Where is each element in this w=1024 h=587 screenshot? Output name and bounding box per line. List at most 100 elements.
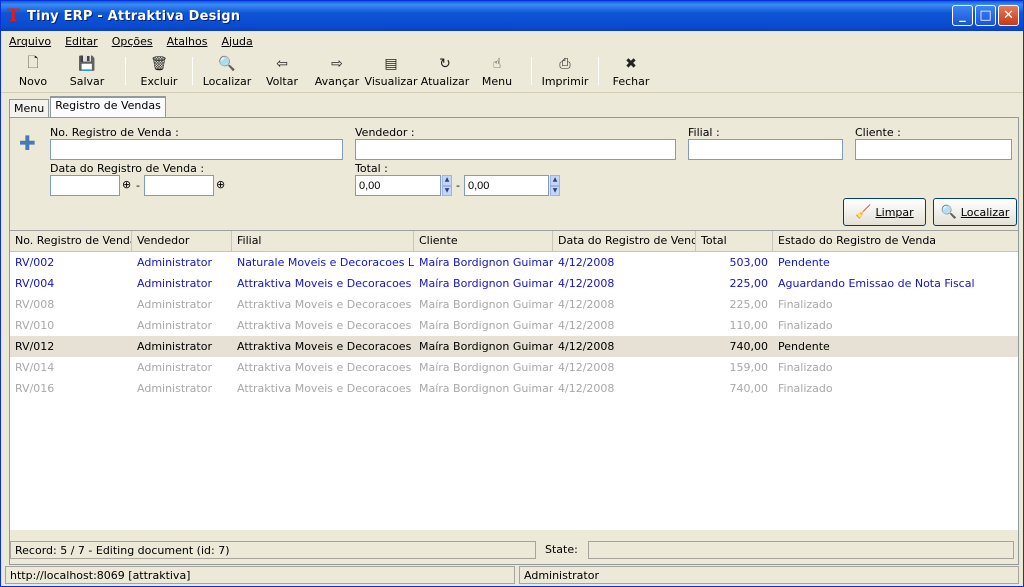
spin-down-icon[interactable]: ▼ [550,185,560,196]
no-registro-input[interactable] [50,139,343,160]
cliente-label: Cliente : [855,126,901,139]
broom-icon: 🧹 [855,204,872,220]
limpar-button[interactable]: 🧹 Limpar [843,198,926,226]
results-table: No. Registro de Venda Vendedor Filial Cl… [10,230,1018,530]
toolbar-menu-label: Menu [481,75,513,88]
toolbar-new-label: Novo [18,75,48,88]
cell-data: 4/12/2008 [558,256,615,269]
column-header-data[interactable]: Data do Registro de Venda [553,231,696,251]
vendedor-input[interactable] [355,139,676,160]
cell-cliente: Maíra Bordignon Guimarães [419,298,553,311]
cell-total: 225,00 [729,277,769,290]
cell-cliente: Maíra Bordignon Guimarães [419,340,553,353]
maximize-button[interactable]: □ [975,5,996,26]
window-controls: _ □ ✕ [952,5,1019,26]
add-filter-plus-icon[interactable]: ✚ [19,133,36,153]
spin-up-icon[interactable]: ▲ [550,175,560,186]
menu-atalhos[interactable]: Atalhos [167,35,208,48]
table-row[interactable]: RV/004 Administrator Attraktiva Moveis e D… [10,273,1018,294]
state-label: State: [545,543,578,556]
column-header-filial[interactable]: Filial [232,231,414,251]
menu-ajuda[interactable]: Ajuda [221,35,252,48]
trash-icon: 🗑 [150,56,168,72]
total-from-input[interactable] [355,175,441,196]
cell-vendedor: Administrator [137,361,212,374]
table-row[interactable]: RV/014 Administrator Attraktiva Moveis e D… [10,357,1018,378]
toolbar-print-button[interactable]: ⎙ Imprimir [540,51,590,88]
column-header-cliente[interactable]: Cliente [414,231,553,251]
cell-filial: Attraktiva Moveis e Decoracoes Ltda [237,340,414,353]
date-from-input[interactable] [50,175,120,196]
minimize-button[interactable]: _ [952,5,973,26]
toolbar-close-label: Fechar [612,75,650,88]
column-header-estado[interactable]: Estado do Registro de Venda [773,231,1018,251]
cell-vendedor: Administrator [137,277,212,290]
cell-estado: Finalizado [778,319,833,332]
cell-no: RV/010 [15,319,55,332]
tab-menu[interactable]: Menu [9,99,50,117]
toolbar-reload-button[interactable]: ↻ Atualizar [419,51,471,88]
cell-no: RV/016 [15,382,55,395]
menu-opcoes[interactable]: Opções [112,35,153,48]
total-range-dash: - [456,179,460,192]
total-from-spinner[interactable]: ▲ ▼ [442,175,452,196]
toolbar-view-button[interactable]: ▤ Visualizar [363,51,419,88]
column-header-vendedor[interactable]: Vendedor [132,231,232,251]
find-icon: 🔍 [218,56,236,72]
toolbar-separator [598,57,599,85]
toolbar-back-button[interactable]: ⇦ Voltar [253,51,311,88]
filial-input[interactable] [688,139,843,160]
title-bar[interactable]: T Tiny ERP - Attraktiva Design _ □ ✕ [1,1,1023,31]
cell-no: RV/008 [15,298,55,311]
table-row[interactable]: RV/016 Administrator Attraktiva Moveis e D… [10,378,1018,399]
table-row[interactable]: RV/012 Administrator Attraktiva Moveis e D… [10,336,1018,357]
table-row[interactable]: RV/008 Administrator Attraktiva Moveis e D… [10,294,1018,315]
state-value [588,541,1014,559]
date-to-zoom-icon[interactable]: ⊕ [216,178,225,191]
toolbar-menu-button[interactable]: ☝ Menu [471,51,523,88]
toolbar-delete-button[interactable]: 🗑 Excluir [134,51,184,88]
spin-up-icon[interactable]: ▲ [442,175,452,186]
toolbar: 🗋 Novo 💾 Salvar 🗑 Excluir 🔍 Localizar ⇦ … [1,51,1023,93]
spin-down-icon[interactable]: ▼ [442,185,452,196]
form-view-icon: ▤ [384,56,398,72]
cell-no: RV/002 [15,256,55,269]
cliente-input[interactable] [855,139,1012,160]
toolbar-reload-label: Atualizar [420,75,470,88]
total-to-spinner[interactable]: ▲ ▼ [550,175,560,196]
column-header-total[interactable]: Total [696,231,773,251]
date-from-zoom-icon[interactable]: ⊕ [122,178,131,191]
cell-cliente: Maíra Bordignon Guimarães [419,382,553,395]
app-window: T Tiny ERP - Attraktiva Design _ □ ✕ Arq… [0,0,1024,587]
find-icon: 🔍 [940,204,957,220]
cell-cliente: Maíra Bordignon Guimarães [419,361,553,374]
toolbar-save-button[interactable]: 💾 Salvar [57,51,117,88]
toolbar-save-label: Salvar [69,75,105,88]
total-label: Total : [355,162,388,175]
toolbar-separator [192,57,193,85]
localizar-button[interactable]: 🔍 Localizar [933,198,1017,226]
close-window-button[interactable]: ✕ [998,5,1019,26]
toolbar-find-button[interactable]: 🔍 Localizar [201,51,253,88]
data-registro-label: Data do Registro de Venda : [50,162,205,175]
status-bar: http://localhost:8069 [attraktiva] Admin… [1,565,1023,587]
total-to-input[interactable] [464,175,549,196]
menu-arquivo[interactable]: Arquivo [9,35,51,48]
cell-vendedor: Administrator [137,298,212,311]
cell-no: RV/014 [15,361,55,374]
cell-cliente: Maíra Bordignon Guimarães [419,319,553,332]
toolbar-new-button[interactable]: 🗋 Novo [9,51,57,88]
toolbar-close-button[interactable]: ✖ Fechar [607,51,655,88]
table-row[interactable]: RV/002 Administrator Naturale Moveis e Dec… [10,252,1018,273]
column-header-no[interactable]: No. Registro de Venda [10,231,132,251]
table-row[interactable]: RV/010 Administrator Attraktiva Moveis e D… [10,315,1018,336]
vendedor-label: Vendedor : [355,126,415,139]
menu-editar[interactable]: Editar [65,35,98,48]
app-logo-icon: T [7,6,20,26]
cell-estado: Finalizado [778,361,833,374]
tab-registro-de-vendas[interactable]: Registro de Vendas [50,96,166,117]
cell-filial: Attraktiva Moveis e Decoracoes Ltda [237,298,414,311]
limpar-label: Limpar [875,205,914,219]
toolbar-forward-button[interactable]: ⇨ Avançar [311,51,363,88]
date-to-input[interactable] [144,175,214,196]
